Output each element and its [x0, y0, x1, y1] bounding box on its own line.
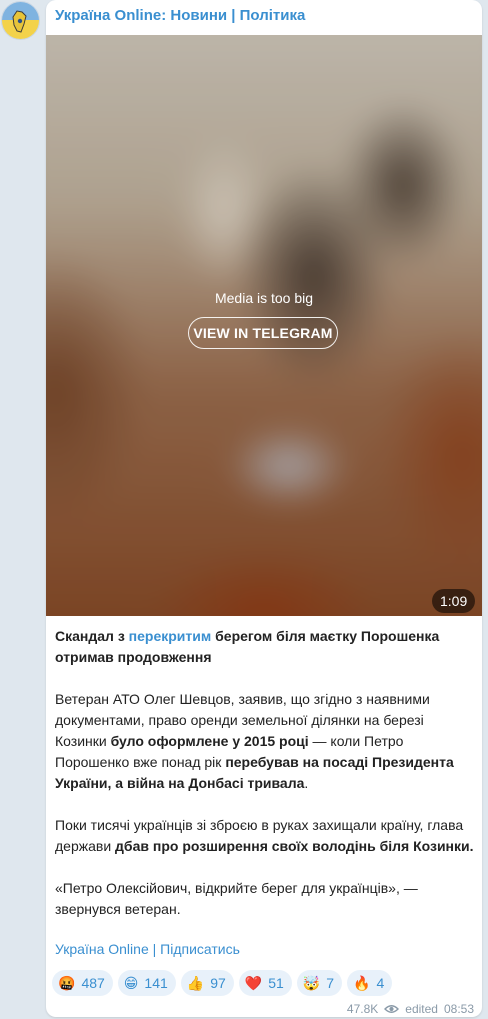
eye-icon — [384, 1005, 400, 1013]
post-quote: «Петро Олексійович, відкрийте берег для … — [55, 880, 418, 917]
view-count: 47.8K — [346, 1002, 379, 1016]
reaction-count: 4 — [376, 975, 385, 991]
post-paragraph: Поки тисячі українців зі зброєю в руках … — [55, 817, 474, 854]
reaction-thumbs-up[interactable]: 👍 97 — [180, 970, 234, 996]
post-text: Скандал з перекритим берегом біля маєтку… — [55, 626, 475, 941]
reactions-bar: 🤬 487 😁 141 👍 97 ❤️ 51 🤯 7 🔥 4 — [52, 970, 393, 996]
reaction-fire[interactable]: 🔥 4 — [347, 970, 393, 996]
thumbs-up-icon: 👍 — [186, 975, 205, 991]
video-duration-badge: 1:09 — [432, 589, 476, 613]
inline-link[interactable]: перекритим — [129, 628, 212, 644]
media-too-big-caption: Media is too big — [214, 290, 314, 306]
video-preview[interactable]: Media is too big VIEW IN TELEGRAM 1:09 — [46, 35, 482, 616]
channel-name[interactable]: Україна Online: Новини | Політика — [55, 7, 305, 24]
post-headline: Скандал з перекритим берегом біля маєтку… — [55, 628, 440, 665]
grinning-face-icon: 😁 — [123, 975, 139, 991]
red-heart-icon: ❤️ — [244, 975, 263, 991]
post-paragraph: Ветеран АТО Олег Шевцов, заявив, що згід… — [55, 691, 454, 791]
channel-avatar[interactable] — [1, 1, 40, 40]
ukraine-map-icon — [2, 2, 39, 39]
reaction-count: 7 — [326, 975, 335, 991]
subscribe-link[interactable]: Україна Online | Підписатись — [55, 941, 240, 957]
fire-icon: 🔥 — [353, 975, 371, 991]
reaction-grin[interactable]: 😁 141 — [117, 970, 176, 996]
message-bubble: Україна Online: Новини | Політика Media … — [46, 0, 482, 1017]
reaction-exploding-head[interactable]: 🤯 7 — [296, 970, 343, 996]
view-in-telegram-button[interactable]: VIEW IN TELEGRAM — [188, 317, 338, 349]
reaction-count: 97 — [210, 975, 226, 991]
message-time: 08:53 — [443, 1002, 474, 1016]
angry-face-icon: 🤬 — [58, 975, 76, 991]
reaction-count: 487 — [81, 975, 105, 991]
reaction-heart[interactable]: ❤️ 51 — [238, 970, 292, 996]
edited-label: edited — [405, 1002, 438, 1016]
reaction-count: 51 — [268, 975, 284, 991]
reaction-count: 141 — [144, 975, 168, 991]
exploding-head-icon: 🤯 — [302, 975, 321, 991]
message-meta: 47.8K edited 08:53 — [347, 1002, 474, 1016]
reaction-angry[interactable]: 🤬 487 — [52, 970, 113, 996]
